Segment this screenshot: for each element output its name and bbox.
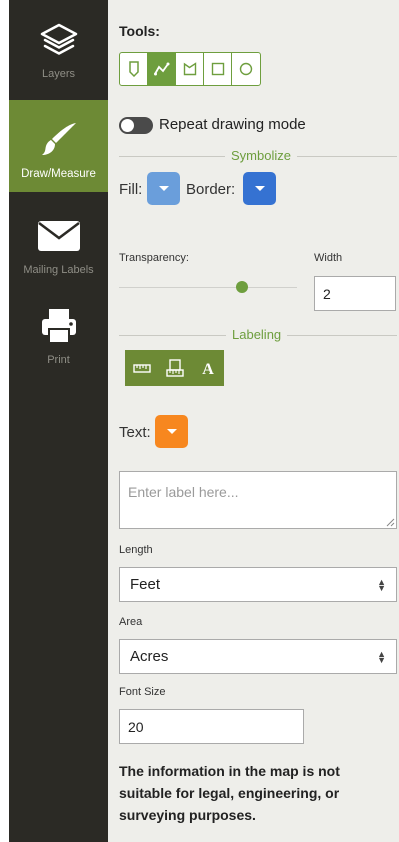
fill-color-button[interactable] — [147, 172, 180, 205]
area-measure-icon — [166, 359, 185, 377]
polygon-tool-button[interactable] — [176, 53, 204, 85]
sidebar-item-layers[interactable]: Layers — [9, 0, 108, 92]
circle-icon — [239, 62, 253, 76]
polyline-icon — [153, 62, 169, 76]
area-select[interactable]: Acres ▲ ▼ — [119, 639, 397, 674]
area-measure-button[interactable] — [166, 359, 185, 377]
layers-icon — [9, 20, 108, 60]
symbolize-title: Symbolize — [225, 148, 297, 163]
width-input[interactable]: 2 — [314, 276, 396, 311]
chevron-down-icon — [254, 186, 265, 191]
marker-icon — [128, 61, 139, 77]
select-arrows-icon: ▲ ▼ — [377, 576, 386, 593]
border-label: Border: — [186, 181, 236, 198]
repeat-drawing-label: Repeat drawing mode — [159, 116, 306, 133]
text-label-icon: A — [202, 361, 214, 376]
disclaimer-text: The information in the map is not suitab… — [119, 763, 340, 823]
polyline-tool-button[interactable] — [148, 53, 176, 85]
paintbrush-icon — [9, 120, 108, 160]
repeat-drawing-toggle[interactable] — [119, 117, 153, 134]
sidebar-item-label: Print — [47, 354, 70, 366]
text-color-button[interactable] — [155, 415, 188, 448]
tools-label: Tools: — [119, 23, 160, 39]
font-size-input[interactable]: 20 — [119, 709, 304, 744]
sidebar-item-draw-measure[interactable]: Draw/Measure — [9, 100, 108, 192]
ruler-icon — [133, 364, 151, 373]
select-arrows-icon: ▲ ▼ — [377, 648, 386, 665]
area-label: Area — [119, 616, 143, 628]
label-text-input[interactable]: Enter label here... — [119, 471, 397, 529]
sidebar: Layers Draw/Measure Mailing Labels Print — [9, 0, 108, 842]
border-color-button[interactable] — [243, 172, 276, 205]
width-label: Width — [314, 252, 343, 264]
label-toolbar: A — [125, 350, 224, 386]
resize-handle-icon[interactable] — [386, 518, 395, 527]
circle-tool-button[interactable] — [232, 53, 260, 85]
text-label-button[interactable]: A — [200, 360, 216, 376]
marker-tool-button[interactable] — [120, 53, 148, 85]
transparency-slider-thumb[interactable] — [236, 281, 248, 293]
ruler-button[interactable] — [133, 362, 151, 374]
area-value: Acres — [130, 648, 169, 665]
sidebar-item-label: Layers — [41, 68, 76, 80]
sidebar-item-label: Draw/Measure — [21, 168, 96, 180]
fill-label: Fill: — [119, 181, 143, 198]
svg-text:A: A — [202, 361, 214, 376]
labeling-title: Labeling — [226, 327, 288, 342]
text-color-label: Text: — [119, 424, 151, 441]
toggle-knob — [121, 119, 134, 132]
rectangle-icon — [211, 62, 224, 76]
printer-icon — [9, 306, 108, 346]
draw-toolbar — [119, 52, 261, 86]
length-label: Length — [119, 544, 153, 556]
envelope-icon — [9, 216, 108, 256]
polygon-icon — [183, 62, 196, 76]
sidebar-item-print[interactable]: Print — [9, 286, 108, 378]
sidebar-item-label: Mailing Labels — [23, 264, 94, 276]
sidebar-item-mailing-labels[interactable]: Mailing Labels — [9, 196, 108, 288]
transparency-label: Transparency: — [119, 252, 189, 264]
draw-measure-panel: Tools: Repeat drawing mode Symbolize Fil… — [108, 0, 399, 842]
transparency-slider[interactable] — [119, 287, 297, 288]
font-size-label: Font Size — [119, 686, 166, 698]
length-select[interactable]: Feet ▲ ▼ — [119, 567, 397, 602]
chevron-down-icon — [166, 429, 177, 434]
rectangle-tool-button[interactable] — [204, 53, 232, 85]
length-value: Feet — [130, 576, 161, 593]
chevron-down-icon — [158, 186, 169, 191]
